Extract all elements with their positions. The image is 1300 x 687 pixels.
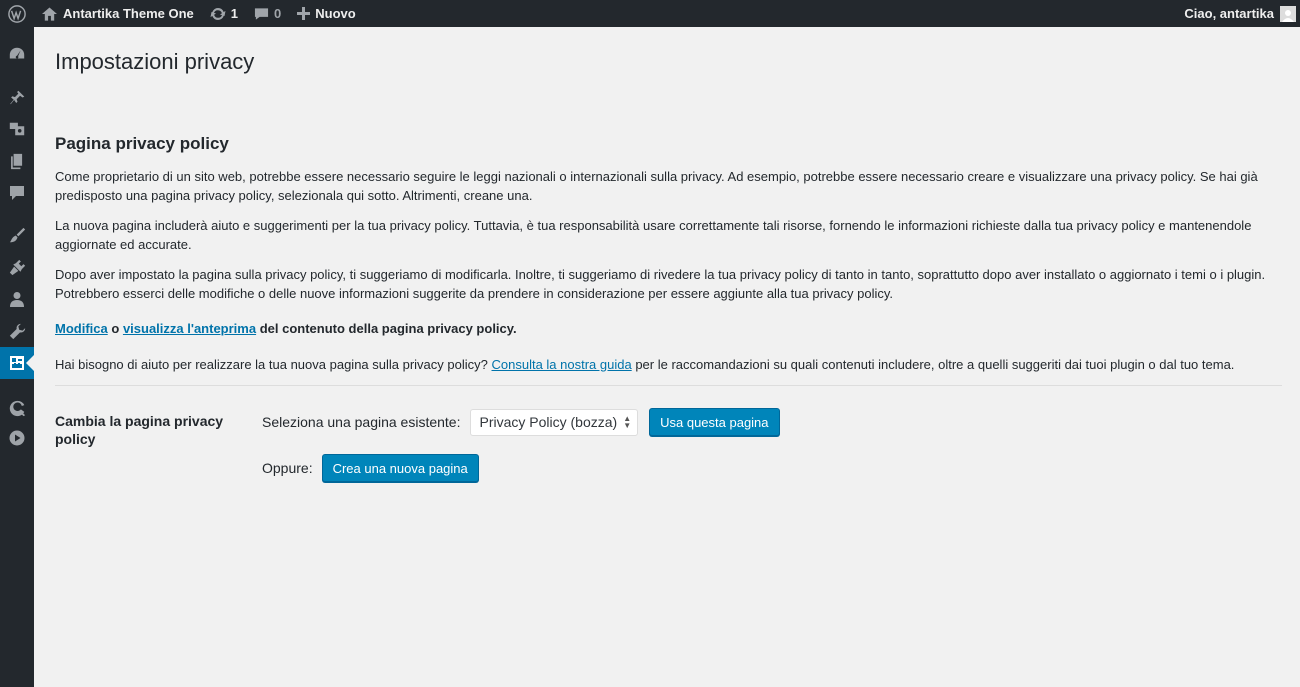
actions-suffix: del contenuto della pagina privacy polic… bbox=[259, 321, 517, 336]
new-label: Nuovo bbox=[315, 6, 356, 21]
avatar bbox=[1280, 5, 1296, 22]
admin-bar: Antartika Theme One 1 0 Nuovo Ciao, anta… bbox=[0, 0, 1300, 27]
intro-paragraph: Come proprietario di un sito web, potreb… bbox=[55, 169, 1258, 203]
privacy-page-form: Cambia la pagina privacy policy Selezion… bbox=[55, 386, 1282, 486]
help-suffix: per le raccomandazioni su quali contenut… bbox=[635, 356, 1235, 372]
select-row: Seleziona una pagina esistente: Privacy … bbox=[262, 408, 780, 436]
updates-count: 1 bbox=[230, 6, 238, 21]
review-paragraph: Dopo aver impostato la pagina sulla priv… bbox=[55, 267, 1266, 301]
page-title: Impostazioni privacy bbox=[55, 49, 255, 74]
plugins-icon[interactable] bbox=[0, 251, 34, 283]
help-paragraph: Hai bisogno di aiuto per realizzare la t… bbox=[55, 356, 1282, 375]
or-word: o bbox=[111, 321, 120, 336]
site-name: Antartika Theme One bbox=[63, 6, 194, 21]
guidance-paragraph: La nuova pagina includerà aiuto e sugger… bbox=[55, 218, 1252, 252]
main-content: Impostazioni privacy Pagina privacy poli… bbox=[55, 27, 1282, 486]
comments-link[interactable]: 0 bbox=[246, 0, 289, 27]
help-prefix: Hai bisogno di aiuto per realizzare la t… bbox=[55, 356, 488, 372]
appearance-icon[interactable] bbox=[0, 219, 34, 251]
play-icon[interactable] bbox=[0, 422, 34, 454]
or-label: Oppure: bbox=[262, 460, 313, 476]
settings-icon[interactable] bbox=[0, 347, 34, 379]
pin-icon[interactable] bbox=[0, 81, 34, 113]
media-icon[interactable] bbox=[0, 113, 34, 145]
comment-bubble-icon bbox=[254, 7, 269, 20]
admin-sidebar bbox=[0, 27, 34, 687]
plus-icon bbox=[297, 7, 311, 20]
guide-link[interactable]: Consulta la nostra guida bbox=[492, 357, 632, 372]
preview-link[interactable]: visualizza l'anteprima bbox=[123, 321, 256, 336]
select-label: Seleziona una pagina esistente: bbox=[262, 414, 461, 430]
dashboard-icon[interactable] bbox=[0, 38, 34, 70]
new-content-link[interactable]: Nuovo bbox=[289, 0, 363, 27]
create-row: Oppure: Crea una nuova pagina bbox=[262, 454, 479, 482]
tools-icon[interactable] bbox=[0, 315, 34, 347]
select-value: Privacy Policy (bozza) bbox=[479, 414, 618, 430]
my-account-menu[interactable]: Ciao, antartika bbox=[1184, 5, 1300, 22]
pages-icon[interactable] bbox=[0, 145, 34, 177]
site-name-link[interactable]: Antartika Theme One bbox=[34, 0, 202, 27]
page-select[interactable]: Privacy Policy (bozza) ▲ ▼ bbox=[470, 408, 639, 436]
updates-icon bbox=[210, 7, 226, 20]
select-arrows-icon: ▲ ▼ bbox=[623, 414, 632, 430]
users-icon[interactable] bbox=[0, 283, 34, 315]
greeting: Ciao, antartika bbox=[1184, 6, 1274, 21]
edit-link[interactable]: Modifica bbox=[55, 321, 108, 336]
custom-icon[interactable] bbox=[0, 392, 34, 424]
updates-link[interactable]: 1 bbox=[202, 0, 246, 27]
create-new-page-button[interactable]: Crea una nuova pagina bbox=[321, 454, 479, 482]
use-this-page-button[interactable]: Usa questa pagina bbox=[649, 408, 780, 436]
policy-actions: Modifica o visualizza l'anteprima del co… bbox=[55, 320, 1282, 339]
comments-count: 0 bbox=[274, 6, 282, 21]
section-title: Pagina privacy policy bbox=[55, 134, 229, 153]
home-icon bbox=[42, 6, 57, 21]
form-label: Cambia la pagina privacy policy bbox=[55, 413, 224, 447]
wordpress-logo-icon[interactable] bbox=[0, 0, 34, 27]
comments-icon[interactable] bbox=[0, 177, 34, 209]
